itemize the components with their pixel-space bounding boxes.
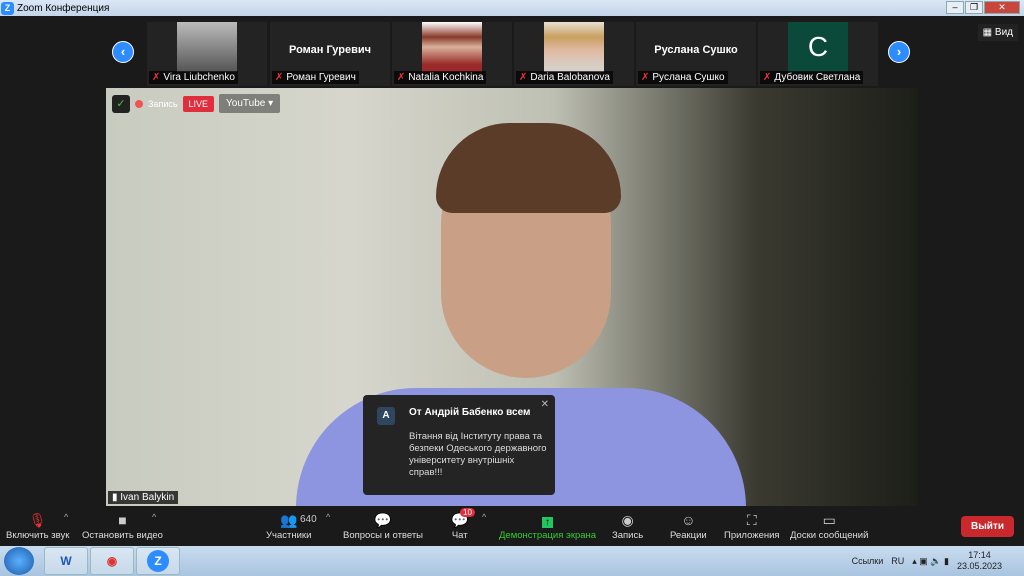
muted-icon: ✗ xyxy=(641,72,650,83)
meeting-toolbar: 🎙 Включить звук ^ ■ Остановить видео ^ 👥 Уч… xyxy=(0,506,1024,546)
prev-page-button[interactable]: ‹ xyxy=(112,41,134,63)
record-button[interactable]: ◉ Запись xyxy=(612,510,643,541)
word-app-icon[interactable]: W xyxy=(44,547,88,575)
zoom-logo-icon: Z xyxy=(1,1,14,15)
apps-button[interactable]: ⛶ Приложения xyxy=(724,510,780,541)
participant-tile[interactable]: ✗ Daria Balobanova xyxy=(514,22,634,86)
shield-icon[interactable]: ✓ xyxy=(112,94,130,113)
whiteboard-icon: ▭ xyxy=(822,512,836,528)
video-options-caret[interactable]: ^ xyxy=(152,512,156,522)
muted-icon: ✗ xyxy=(152,72,161,83)
minimize-button[interactable]: – xyxy=(946,1,964,14)
avatar: A xyxy=(377,407,395,425)
participant-tile[interactable]: ✗ Natalia Kochkina xyxy=(392,22,512,86)
participant-tile[interactable]: C ✗ Дубовик Светлана xyxy=(758,22,878,86)
close-icon[interactable]: ✕ xyxy=(541,399,549,410)
participants-options-caret[interactable]: ^ xyxy=(326,512,330,522)
smiley-icon: ☺ xyxy=(681,512,696,528)
qa-icon: 💬 xyxy=(374,512,392,528)
whiteboards-button[interactable]: ▭ Доски сообщений xyxy=(790,510,868,541)
muted-icon: ✗ xyxy=(519,72,528,83)
unmute-button[interactable]: 🎙 Включить звук xyxy=(6,510,69,541)
participant-strip: ‹ ✗ Vira Liubchenko Роман Гуревич ✗ Роман Г… xyxy=(0,16,1024,88)
qa-button[interactable]: 💬 Вопросы и ответы xyxy=(343,510,423,541)
chat-notification[interactable]: A От Андрій Бабенко всем Вітання від Інс… xyxy=(363,395,555,495)
record-icon: ◉ xyxy=(621,512,634,528)
start-button[interactable] xyxy=(4,547,34,575)
stream-dropdown[interactable]: YouTube ▾ xyxy=(219,94,281,113)
next-page-button[interactable]: › xyxy=(888,41,910,63)
stop-video-button[interactable]: ■ Остановить видео xyxy=(82,510,163,541)
audio-options-caret[interactable]: ^ xyxy=(64,512,68,522)
chat-options-caret[interactable]: ^ xyxy=(482,512,486,522)
leave-button[interactable]: Выйти xyxy=(961,516,1014,537)
tray-icons[interactable]: ▴ ▣ 🔈 ▮ xyxy=(912,556,949,567)
apps-icon: ⛶ xyxy=(746,512,757,528)
window-title: Zoom Конференция xyxy=(17,2,110,14)
restore-button[interactable]: ❐ xyxy=(965,1,983,14)
clock[interactable]: 17:14 23.05.2023 xyxy=(957,550,1002,572)
close-button[interactable]: ✕ xyxy=(984,1,1020,14)
speaker-name: ▮ Ivan Balykin xyxy=(108,491,179,504)
language-indicator[interactable]: RU xyxy=(891,556,904,566)
muted-icon: ✗ xyxy=(763,72,772,83)
recording-icon xyxy=(135,99,143,108)
live-badge[interactable]: LIVE xyxy=(182,95,215,112)
muted-icon: ✗ xyxy=(397,72,406,83)
participant-tile[interactable]: ✗ Vira Liubchenko xyxy=(147,22,267,86)
chrome-app-icon[interactable]: ◉ xyxy=(90,547,134,575)
participant-tile[interactable]: Роман Гуревич ✗ Роман Гуревич xyxy=(270,22,390,86)
zoom-app-icon[interactable]: Z xyxy=(136,547,180,575)
participant-tile[interactable]: Руслана Сушко ✗ Руслана Сушко xyxy=(636,22,756,86)
view-button[interactable]: ▦ Вид xyxy=(977,24,1018,41)
muted-icon: ✗ xyxy=(275,72,284,83)
windows-taskbar: W ◉ Z Ссылки RU ▴ ▣ 🔈 ▮ 17:14 23.05.2023 xyxy=(0,546,1024,576)
mic-muted-icon: 🎙 xyxy=(28,512,47,528)
chat-badge: 10 xyxy=(460,508,475,517)
title-bar: Z Zoom Конференция – ❐ ✕ xyxy=(0,0,1024,16)
share-screen-button[interactable]: ↑ Демонстрация экрана xyxy=(499,510,596,541)
camera-icon: ■ xyxy=(118,512,127,528)
reactions-button[interactable]: ☺ Реакции xyxy=(670,510,707,541)
share-arrow-icon: ↑ xyxy=(499,510,596,530)
links-toolbar[interactable]: Ссылки xyxy=(852,556,884,566)
